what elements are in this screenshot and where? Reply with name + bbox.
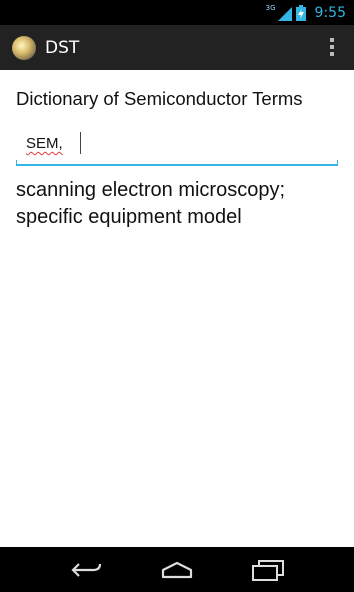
home-button[interactable] [157,555,197,585]
recent-apps-button[interactable] [248,555,288,585]
definition-result: scanning electron microscopy; specific e… [16,179,286,228]
main-content: Dictionary of Semiconductor Terms SEM, s… [0,70,354,547]
network-type: 3G [265,3,276,12]
search-input-value[interactable]: SEM, [26,135,63,152]
overflow-menu-icon [330,38,334,42]
page-title: Dictionary of Semiconductor Terms [16,88,303,109]
action-bar: DST [0,25,354,70]
app-icon[interactable] [12,35,36,60]
status-bar: 3G 9:55 [0,0,354,25]
overflow-menu-button[interactable] [320,35,344,59]
back-button[interactable] [66,555,106,585]
back-icon [71,562,101,577]
clock: 9:55 [314,4,346,21]
signal-icon [277,6,292,21]
input-underline [16,164,338,166]
text-caret [80,132,81,154]
navigation-bar [0,547,354,592]
battery-charging-icon [295,4,306,21]
recent-apps-icon [252,559,285,581]
home-icon [161,561,193,578]
search-input[interactable]: SEM, [16,128,338,166]
app-title: DST [45,37,80,58]
